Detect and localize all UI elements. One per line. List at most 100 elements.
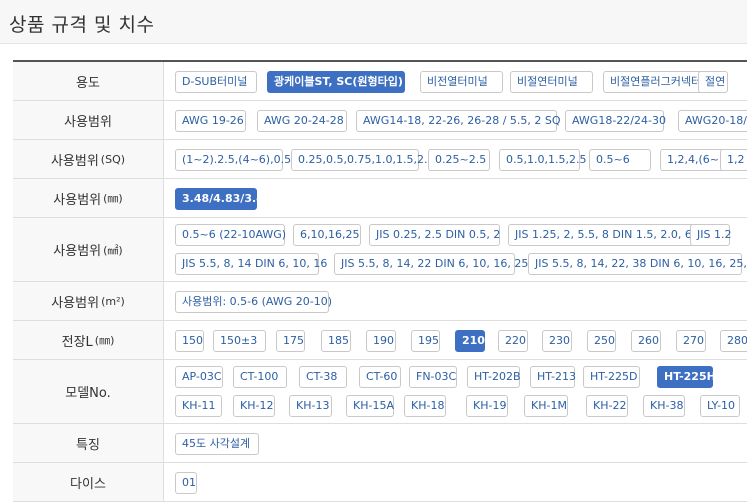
spec-row: 모델No. AP-03C CT-100 CT-38 CT-60 FN-03C HT-202B… [13,360,747,424]
option-chip[interactable]: KH-13 [289,395,332,417]
row-label: 사용범위 [13,101,164,139]
row-label: 다이스 [13,463,164,501]
option-chip[interactable]: 0.5~6 [589,149,651,171]
option-chip[interactable]: 190 [366,330,396,352]
option-chip[interactable]: 0.25,0.5,0.75,1.0,1.5,2.5 [291,149,434,171]
option-chip[interactable]: AP-03C [175,366,223,388]
row-label: 용도 [13,62,164,100]
spec-row: 특징 45도 사각설계 [13,424,747,463]
option-chip[interactable]: AWG 19-26 [175,110,246,132]
option-chip[interactable]: LY-10 [700,395,740,417]
option-chip[interactable]: JIS 1.2 [690,224,731,246]
row-label-text: 사용범위 [53,244,102,259]
row-label: 모델No. [13,360,164,423]
spec-row: 다이스 01 [13,463,747,502]
option-group: (1~2).2.5,(4~6),0.5 0.25,0.5,0.75,1.0,1.5… [175,140,747,178]
option-chip[interactable]: 185 [321,330,351,352]
option-chip[interactable]: HT-202B [467,366,521,388]
option-group: 0.5~6 (22-10AWG) 6,10,16,25 JIS 0.25, 2.5 … [175,218,747,281]
spec-row: 사용범위 (m²) 사용범위: 0.5-6 (AWG 20-10) [13,282,747,321]
row-label-text: 전장L [61,334,93,350]
option-chip[interactable]: KH-15A [346,395,394,417]
option-chip[interactable]: KH-12 [233,395,275,417]
option-chip[interactable]: CT-60 [359,366,401,388]
row-label-unit: (m²) [101,294,125,308]
option-chip[interactable]: 0.5,1.0,1.5,2.5 [499,149,586,171]
option-chip[interactable]: KH-22 [586,395,628,417]
option-chip-selected[interactable]: 광케이블ST, SC(원형타입) [267,71,405,93]
option-chip[interactable]: 45도 사각설계 [175,433,259,455]
option-chip[interactable]: 260 [631,330,661,352]
option-chip[interactable]: 175 [276,330,305,352]
option-chip[interactable]: KH-19 [466,395,508,417]
option-chip[interactable]: KH-1M [524,395,568,417]
spec-row: 사용범위 (㎟) 0.5~6 (22-10AWG) 6,10,16,25 JIS 0.2… [13,218,747,282]
option-chip[interactable]: 6,10,16,25 [293,224,361,246]
option-chip-selected[interactable]: 210 [455,330,485,352]
option-chip[interactable]: JIS 1.25, 2, 5.5, 8 DIN 1.5, 2.0, 6, 10 [508,224,713,246]
option-chip[interactable]: 250 [587,330,616,352]
option-chip[interactable]: JIS 5.5, 8, 14, 22, 38 DIN 6, 10, 16, 25… [528,253,747,275]
option-chip[interactable]: CT-38 [299,366,347,388]
option-chip[interactable]: AWG14-18, 22-26, 26-28 / 5.5, 2 SQ [356,110,561,132]
row-label-text: 사용범위 [51,295,100,311]
row-label: 전장L (㎜) [13,321,164,359]
option-chip-selected[interactable]: HT-225H [657,366,716,388]
option-chip[interactable]: 0.5~6 (22-10AWG) [175,224,286,246]
option-chip[interactable]: 1,2 [720,149,747,171]
option-chip[interactable]: 비전열터미널 [420,71,503,93]
option-chip[interactable]: 270 [676,330,706,352]
spec-row: 사용범위 (㎜) 3.48/4.83/3.48 [13,179,747,218]
option-chip[interactable]: HT-225D [583,366,640,388]
option-chip[interactable]: D-SUB터미널 [175,71,257,93]
row-label-text: 모델No. [65,386,111,401]
spec-row: 사용범위 AWG 19-26 AWG 20-24-28 AWG14-18, 22-26… [13,101,747,140]
option-chip-selected[interactable]: 3.48/4.83/3.48 [175,188,271,210]
option-group: D-SUB터미널 광케이블ST, SC(원형타입) 비전열터미널 비절연터미널 비절연플… [175,62,747,100]
option-chip[interactable]: KH-18 [404,395,446,417]
row-label-text: 용도 [76,75,100,91]
option-chip[interactable]: JIS 0.25, 2.5 DIN 0.5, 2 [369,224,500,246]
option-chip[interactable]: AWG20-18/ [678,110,747,132]
option-chip[interactable]: 01 [175,472,197,494]
option-chip[interactable]: 비절연터미널 [510,71,593,93]
row-label-text: 다이스 [70,476,106,492]
option-chip[interactable]: 220 [498,330,528,352]
option-chip[interactable]: AWG 20-24-28 [257,110,347,132]
row-label-unit: (㎜) [103,192,123,205]
page-title: 상품 규격 및 치수 [9,14,155,36]
option-chip[interactable]: CT-100 [233,366,287,388]
row-label-text: 사용범위 [64,114,112,130]
option-chip[interactable]: 280 [720,330,747,352]
row-label: 특징 [13,424,164,462]
option-chip[interactable]: 절연 [698,71,728,93]
option-chip[interactable]: (1~2).2.5,(4~6),0.5 [175,149,291,171]
option-chip[interactable]: KH-38 [643,395,685,417]
row-label-unit: (SQ) [100,152,126,166]
row-label-text: 특징 [76,437,100,453]
spec-row: 용도 D-SUB터미널 광케이블ST, SC(원형타입) 비전열터미널 비절연터미널 비절… [13,62,747,101]
row-label-unit: (㎜) [94,334,115,347]
option-chip[interactable]: 사용범위: 0.5-6 (AWG 20-10) [175,291,332,313]
option-chip[interactable]: KH-11 [175,395,222,417]
row-label: 사용범위 (m²) [13,282,164,320]
option-group: AWG 19-26 AWG 20-24-28 AWG14-18, 22-26, 26… [175,101,747,139]
option-chip[interactable]: FN-03C [409,366,457,388]
row-label-text: 사용범위 [53,192,102,208]
option-chip[interactable]: JIS 5.5, 8, 14, 22 DIN 6, 10, 16, 25 [334,253,528,275]
option-group: 45도 사각설계 [175,424,747,462]
spec-row: 사용범위 (SQ) (1~2).2.5,(4~6),0.5 0.25,0.5,0.75… [13,140,747,179]
option-chip[interactable]: 150 [175,330,204,352]
row-label: 사용범위 (㎜) [13,179,164,217]
option-chip[interactable]: JIS 5.5, 8, 14 DIN 6, 10, 16 [175,253,327,275]
option-chip[interactable]: 230 [542,330,572,352]
option-chip[interactable]: HT-213 [530,366,576,388]
title-bar: 상품 규격 및 치수 [0,0,747,44]
row-label-unit: (㎟) [103,243,123,257]
option-chip[interactable]: 195 [411,330,440,352]
option-chip[interactable]: AWG18-22/24-30 [565,110,666,132]
option-group: 01 [175,463,747,501]
option-chip[interactable]: 150±3 [213,330,266,352]
option-chip[interactable]: 0.25~2.5 [428,149,490,171]
row-label-text: 사용범위 [50,153,99,169]
